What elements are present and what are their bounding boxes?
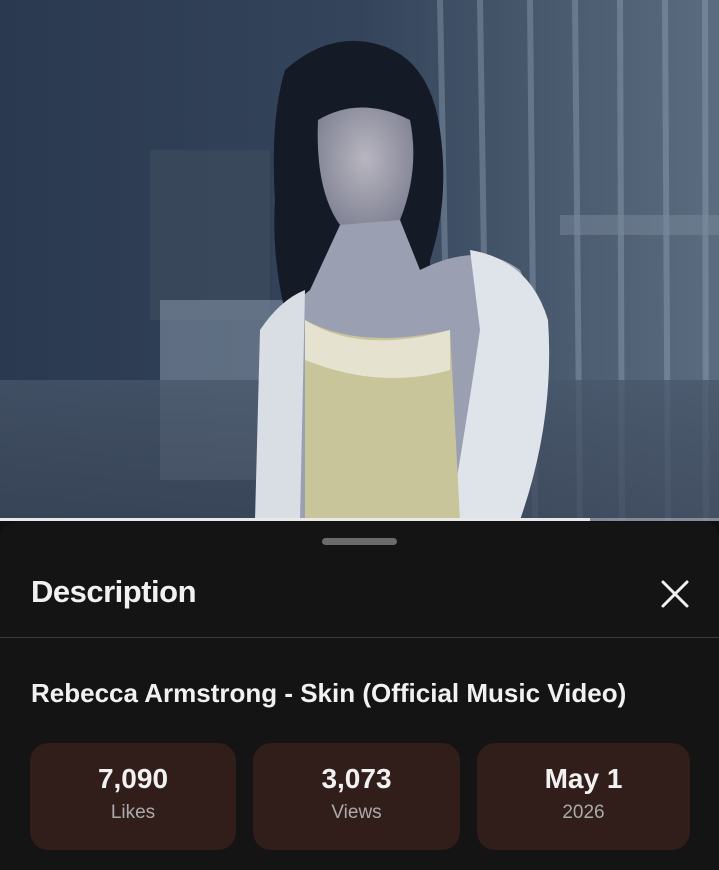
video-title: Rebecca Armstrong - Skin (Official Music… [31,678,627,708]
description-sheet: Description Rebecca Armstrong - Skin (Of… [0,522,719,870]
close-icon [661,580,689,608]
video-progress-bar[interactable] [0,518,719,521]
likes-count: 7,090 [97,763,169,794]
video-player[interactable] [0,0,719,521]
likes-card: 7,090 Likes [30,743,236,850]
upload-year: 2026 [562,802,605,823]
video-stats: 7,090 Likes 3,073 Views May 1 2026 [30,743,690,850]
views-count: 3,073 [321,763,392,794]
drag-handle[interactable] [322,538,397,545]
video-frame-image [0,0,719,521]
date-card: May 1 2026 [477,743,690,850]
likes-label: Likes [110,802,156,823]
views-label: Views [331,802,382,823]
close-button[interactable] [653,572,697,616]
video-progress-fill [0,518,590,521]
description-header: Description [0,558,719,638]
description-heading: Description [31,574,197,609]
views-card: 3,073 Views [253,743,460,850]
upload-date: May 1 [544,763,623,794]
